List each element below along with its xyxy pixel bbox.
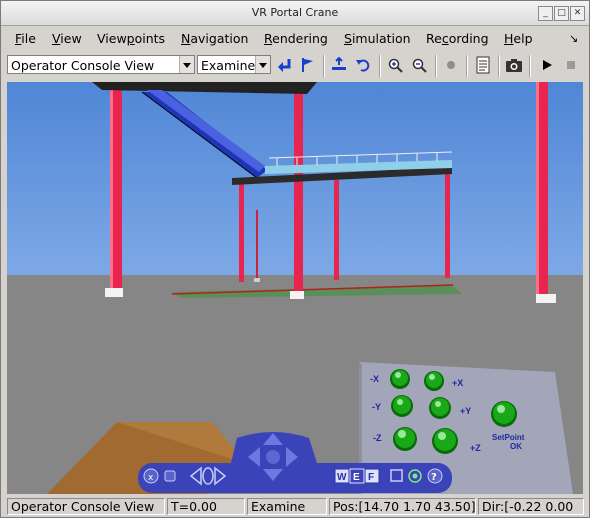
toolbar-separator <box>529 55 531 77</box>
play-icon[interactable] <box>537 55 557 75</box>
return-to-viewpoint-icon[interactable] <box>275 55 295 75</box>
toolbar-separator <box>466 55 468 77</box>
nav-minimize-icon[interactable] <box>164 470 176 482</box>
navigation-mode-value: Examine <box>201 58 256 73</box>
nav-examine-label: E <box>353 472 360 483</box>
title-bar: VR Portal Crane _ □ ✕ <box>1 1 589 26</box>
headlight-icon[interactable] <box>441 55 461 75</box>
window-title: VR Portal Crane <box>251 6 339 19</box>
vr-scene[interactable]: -X +X -Y +Y -Z +Z SetPoint OK x W E F ? <box>7 82 583 494</box>
vr-viewport[interactable]: -X +X -Y +Y -Z +Z SetPoint OK x W E F ? <box>7 82 583 494</box>
undo-move-icon[interactable] <box>353 55 373 75</box>
menu-bar: File View Viewpoints Navigation Renderin… <box>1 26 589 50</box>
menu-recording[interactable]: Recording <box>426 31 489 46</box>
undock-arrow-icon[interactable]: ↘ <box>569 32 578 45</box>
status-direction: Dir:[-0.22 0.00 <box>478 498 584 515</box>
menu-view[interactable]: View <box>52 31 82 46</box>
zoom-in-icon[interactable] <box>385 55 405 75</box>
status-time: T=0.00 <box>167 498 245 515</box>
setpoint-ok-label: OK <box>510 442 522 451</box>
crane-pillar-back-right <box>445 170 450 278</box>
straighten-icon[interactable] <box>329 55 349 75</box>
viewpoint-select-value: Operator Console View <box>11 58 155 73</box>
panel-label-minus-z: -Z <box>373 433 382 443</box>
app-window: VR Portal Crane _ □ ✕ File View Viewpoin… <box>0 0 590 518</box>
panel-label-plus-y: +Y <box>460 406 471 416</box>
chevron-down-icon <box>179 56 194 73</box>
crane-pillar-center-front <box>294 82 303 294</box>
nav-walk-label: W <box>337 472 347 483</box>
toolbar-separator <box>323 55 325 77</box>
crane-pillar-back-center <box>334 180 339 280</box>
status-position: Pos:[14.70 1.70 43.50] <box>329 498 476 515</box>
panel-label-plus-z: +Z <box>470 443 481 453</box>
viewpoint-select[interactable]: Operator Console View <box>7 55 195 74</box>
menu-file[interactable]: File <box>15 31 36 46</box>
menu-rendering[interactable]: Rendering <box>264 31 328 46</box>
panel-label-minus-x: -X <box>370 374 379 384</box>
zoom-out-icon[interactable] <box>409 55 429 75</box>
svg-text:x: x <box>148 473 154 483</box>
document-icon[interactable] <box>473 55 493 75</box>
nav-fly-label: F <box>368 472 374 483</box>
toolbar-separator <box>435 55 437 77</box>
navigation-mode-select[interactable]: Examine <box>197 55 271 74</box>
menu-viewpoints[interactable]: Viewpoints <box>97 31 165 46</box>
minimize-button[interactable]: _ <box>538 6 553 21</box>
menu-simulation[interactable]: Simulation <box>344 31 411 46</box>
close-button[interactable]: ✕ <box>570 6 585 21</box>
camera-icon[interactable] <box>504 55 524 75</box>
maximize-button[interactable]: □ <box>554 6 569 21</box>
panel-label-minus-y: -Y <box>372 402 381 412</box>
toolbar: Operator Console View Examine <box>1 51 589 81</box>
toolbar-separator <box>498 55 500 77</box>
status-viewpoint: Operator Console View <box>7 498 165 515</box>
status-mode: Examine <box>247 498 327 515</box>
panel-label-plus-x: +X <box>452 378 463 388</box>
flag-icon[interactable] <box>297 55 317 75</box>
status-bar: Operator Console View T=0.00 Examine Pos… <box>1 496 589 517</box>
crane-pillar-back-left <box>239 182 244 282</box>
chevron-down-icon <box>255 56 270 73</box>
stop-icon[interactable] <box>561 55 581 75</box>
menu-navigation[interactable]: Navigation <box>181 31 248 46</box>
toolbar-separator <box>379 55 381 77</box>
setpoint-label: SetPoint <box>492 433 525 442</box>
nav-help-label: ? <box>431 472 437 483</box>
menu-help[interactable]: Help <box>504 31 533 46</box>
crane-hoist-cable <box>256 210 258 282</box>
